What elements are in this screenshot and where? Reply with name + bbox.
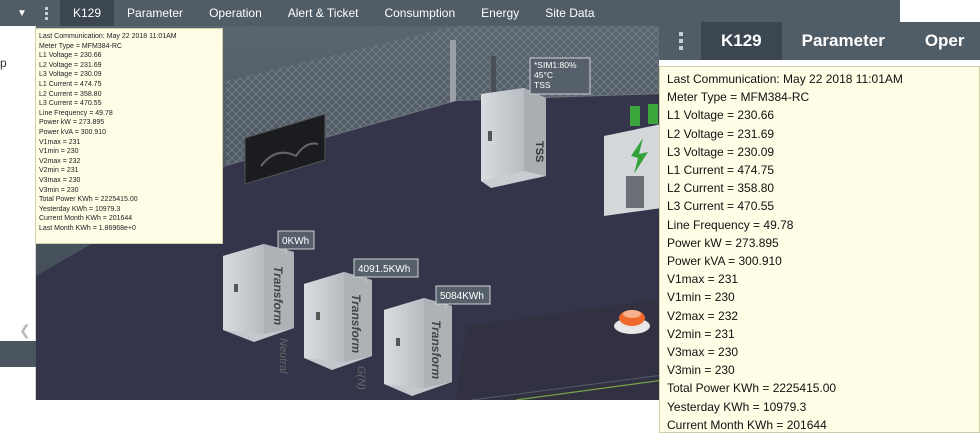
tab-consumption[interactable]: Consumption: [371, 0, 468, 26]
meter-info-line: L3 Current = 470.55: [39, 100, 102, 108]
transformer-2-kwh: 4091.5KWh: [358, 264, 410, 275]
meter-info-line: Total Power KWh = 2225415.00: [667, 381, 837, 396]
dropdown-triangle-icon[interactable]: ▼: [10, 8, 34, 19]
meter-info-line: L1 Voltage = 230.66: [39, 52, 102, 60]
transformer-cabinet-3: Transform: [384, 298, 452, 396]
meter-info-line: L2 Current = 358.80: [667, 181, 775, 196]
meter-info-line: L3 Voltage = 230.09: [667, 144, 775, 159]
meter-info-line: Yesterday KWh = 10979.3: [667, 399, 807, 414]
meter-info-line: L2 Voltage = 231.69: [667, 126, 775, 141]
tss-cabinet: TSS: [481, 88, 546, 188]
meter-info-line: V3max = 230: [667, 345, 739, 360]
meter-info-line: V2min = 231: [39, 167, 79, 175]
meter-info-line: Current Month KWh = 201644: [667, 417, 827, 432]
meter-info-line: V3max = 230: [39, 176, 81, 184]
zoom-tab-parameter[interactable]: Parameter: [782, 22, 905, 60]
meter-info-line: L2 Voltage = 231.69: [39, 61, 102, 69]
meter-info-line: Meter Type = MFM384-RC: [39, 42, 122, 50]
zoom-tab-k129[interactable]: K129: [701, 22, 782, 60]
meter-info-line: V2max = 232: [667, 308, 739, 323]
meter-info-line: L1 Current = 474.75: [667, 163, 775, 178]
transformer-2-label: Transform: [349, 294, 363, 353]
tss-tag-line-1: *SIM1:80%: [534, 60, 577, 70]
meter-info-line: L2 Current = 358.80: [39, 90, 102, 98]
tss-label: TSS: [533, 141, 545, 162]
transformer-1-label: Transform: [271, 266, 285, 325]
meter-info-line: V3min = 230: [39, 186, 79, 194]
transformer-3-kwh: 5084KWh: [440, 291, 484, 302]
fence-post: [450, 40, 456, 110]
meter-info-line: Total Power KWh = 2225415.00: [39, 196, 138, 204]
left-side-panel: p ❮: [0, 0, 36, 400]
tab-parameter[interactable]: Parameter: [114, 0, 196, 26]
tab-site-data[interactable]: Site Data: [532, 0, 607, 26]
transformer-3-label: Transform: [429, 320, 443, 379]
tab-k129[interactable]: K129: [60, 0, 115, 26]
zoom-tab-operation[interactable]: Oper: [905, 22, 980, 60]
transformer-1-kwh: 0KWh: [282, 236, 309, 247]
tab-operation[interactable]: Operation: [196, 0, 275, 26]
kebab-menu-icon-zoom[interactable]: [679, 32, 683, 50]
meter-info-line: V1max = 231: [667, 272, 739, 287]
meter-info-line: Last Communication: May 22 2018 11:01AM: [667, 72, 903, 86]
meter-info-line: Current Month KWh = 201644: [39, 215, 133, 223]
meter-info-line: V1min = 230: [39, 148, 79, 156]
meter-info-line: V1max = 231: [39, 138, 81, 146]
left-panel-text: p: [0, 56, 7, 70]
meter-info-line: V2min = 231: [667, 326, 735, 341]
kebab-menu-icon[interactable]: [40, 0, 52, 26]
zoomed-inset: K129 Parameter Oper Last Communication: …: [659, 22, 980, 433]
tab-alert-ticket[interactable]: Alert & Ticket: [275, 0, 372, 26]
meter-info-line: Power kW = 273.895: [667, 235, 779, 250]
meter-info-line: Last Communication: May 22 2018 11:01AM: [39, 33, 177, 40]
meter-info-line: L1 Voltage = 230.66: [667, 108, 775, 123]
tss-tag-line-2: 45°C: [534, 70, 553, 80]
transformer-1-sub: Neutral: [277, 338, 289, 374]
zoom-navigation: K129 Parameter Oper: [659, 22, 980, 60]
meter-info-line: Power kW = 273.895: [39, 119, 105, 127]
meter-info-line: V1min = 230: [667, 290, 735, 305]
meter-info-line: Yesterday KWh = 10979.3: [39, 205, 121, 213]
meter-info-line: V3min = 230: [667, 363, 735, 378]
meter-info-line: L3 Voltage = 230.09: [39, 71, 102, 79]
meter-info-line: Power kVA = 300.910: [667, 254, 782, 269]
tss-tag-line-3: TSS: [534, 80, 551, 90]
meter-info-line: V2max = 232: [39, 157, 81, 165]
transformer-2-sub: G(N): [355, 366, 367, 390]
tss-status-tag: *SIM1:80% 45°C TSS: [529, 57, 591, 95]
meter-tooltip-small: Last Communication: May 22 2018 11:01AM M…: [35, 28, 223, 244]
meter-info-line: Line Frequency = 49.78: [667, 217, 794, 232]
meter-info-line: L1 Current = 474.75: [39, 80, 102, 88]
meter-info-line: Power kVA = 300.910: [39, 128, 106, 136]
meter-info-line: Line Frequency = 49.78: [39, 109, 113, 117]
meter-info-line: Meter Type = MFM384-RC: [667, 90, 810, 105]
chevron-left-icon[interactable]: ❮: [19, 322, 31, 339]
left-panel-bar: [0, 341, 36, 367]
meter-tooltip-zoomed: Last Communication: May 22 2018 11:01AM M…: [659, 66, 980, 433]
meter-info-line: Last Month KWh = 1.86968e+0: [39, 224, 136, 232]
tab-energy[interactable]: Energy: [468, 0, 532, 26]
meter-info-line: L3 Current = 470.55: [667, 199, 775, 214]
